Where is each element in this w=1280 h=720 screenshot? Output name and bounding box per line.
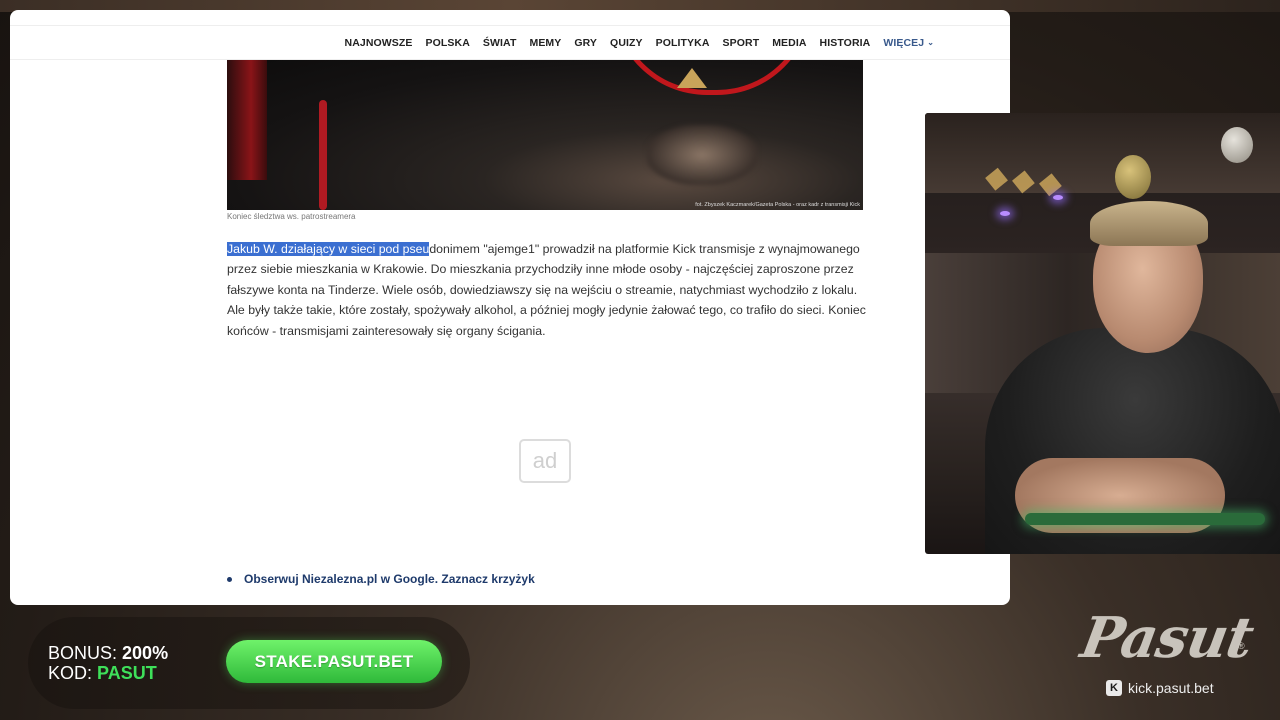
photo-collar	[612, 60, 812, 95]
site-nav: NAJNOWSZE POLSKA ŚWIAT MEMY GRY QUIZY PO…	[10, 25, 1010, 60]
ad-placeholder: ad	[519, 439, 571, 483]
code-line: KOD: PASUT	[48, 663, 157, 684]
photo-robe-detail	[227, 60, 267, 180]
bonus-line: BONUS: 200%	[48, 643, 168, 664]
webcam-balloon	[1221, 127, 1253, 163]
nav-item-memy[interactable]: MEMY	[529, 37, 561, 49]
article-photo: fot. Zbyszek Kaczmarek/Gazeta Polska - o…	[227, 60, 863, 210]
kick-url: kick.pasut.bet	[1128, 680, 1214, 696]
browser-window: NAJNOWSZE POLSKA ŚWIAT MEMY GRY QUIZY PO…	[10, 10, 1010, 605]
nav-item-sport[interactable]: SPORT	[723, 37, 760, 49]
photo-robe-stripe	[319, 100, 327, 210]
kick-link[interactable]: K kick.pasut.bet	[1106, 680, 1214, 696]
nav-item-najnowsze[interactable]: NAJNOWSZE	[345, 37, 413, 49]
webcam-ceiling-light	[1000, 211, 1010, 216]
nav-item-more[interactable]: WIĘCEJ ⌄	[883, 37, 934, 49]
nav-item-polska[interactable]: POLSKA	[426, 37, 470, 49]
bullet-icon	[227, 576, 232, 582]
photo-hand	[647, 125, 757, 185]
nav-item-polityka[interactable]: POLITYKA	[656, 37, 710, 49]
streamer-hair	[1090, 201, 1208, 246]
kick-icon: K	[1106, 680, 1122, 696]
photo-credit: fot. Zbyszek Kaczmarek/Gazeta Polska - o…	[695, 202, 860, 208]
nav-item-quizy[interactable]: QUIZY	[610, 37, 643, 49]
nav-item-gry[interactable]: GRY	[574, 37, 597, 49]
nav-item-historia[interactable]: HISTORIA	[820, 37, 871, 49]
article-text: donimem "ajemge1" prowadził na platformi…	[227, 242, 866, 338]
webcam-balloon	[1115, 155, 1151, 199]
bonus-label: BONUS:	[48, 643, 118, 663]
pasut-logo: Pasut	[1076, 605, 1258, 671]
selected-text[interactable]: Jakub W. działający w sieci pod pseu	[227, 242, 430, 256]
photo-caption: Koniec śledztwa ws. patrostreamera	[227, 212, 356, 221]
bonus-value: 200%	[122, 643, 169, 663]
registered-mark: ®	[1238, 641, 1245, 651]
nav-more-label: WIĘCEJ	[883, 36, 925, 49]
desk-led-glow	[1025, 513, 1265, 525]
webcam-ceiling-light	[1053, 195, 1063, 200]
follow-google-link[interactable]: Obserwuj Niezalezna.pl w Google. Zaznacz…	[244, 572, 535, 586]
article-paragraph[interactable]: Jakub W. działający w sieci pod pseudoni…	[227, 239, 867, 341]
chevron-down-icon: ⌄	[927, 38, 934, 47]
nav-item-swiat[interactable]: ŚWIAT	[483, 37, 517, 49]
code-label: KOD:	[48, 663, 93, 683]
webcam-feed: ◆◆◆	[925, 113, 1280, 554]
stake-button[interactable]: STAKE.PASUT.BET	[226, 640, 442, 683]
list-item: Obserwuj Niezalezna.pl w Google. Zaznacz…	[227, 572, 535, 586]
code-value: PASUT	[97, 663, 157, 683]
nav-item-media[interactable]: MEDIA	[772, 37, 806, 49]
